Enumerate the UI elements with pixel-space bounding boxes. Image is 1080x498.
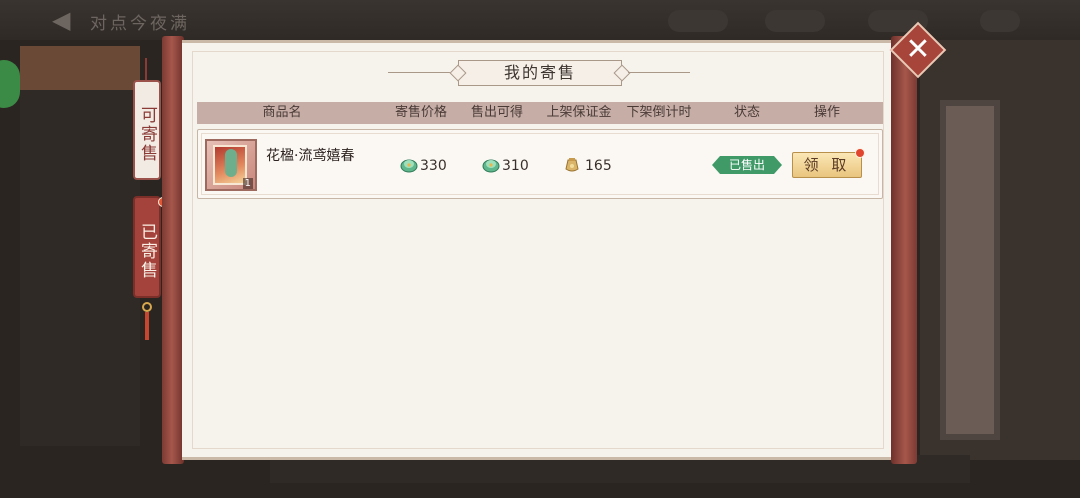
tab-consigned[interactable]: 已寄售 [133,196,161,298]
tassel-tail [145,312,149,340]
chat-icon [980,10,1020,32]
tab-available-to-consign[interactable]: 可寄售 [133,80,161,180]
item-name: 花楹·流鸢嬉春 [266,148,355,164]
sale-proceeds: 310 [502,158,529,174]
column-header-item-name: 商品名 [262,105,302,120]
title-ornament-right [628,72,690,73]
gold-pouch-icon [565,158,579,172]
jade-coin-icon [482,159,500,173]
tassel-knot-icon [142,302,152,312]
resource-slot [765,10,825,32]
consignment-price: 330 [420,158,447,174]
back-arrow-icon: ◀ [52,6,71,34]
chat-bubble-icon [0,60,20,108]
jade-coin-icon [400,159,418,173]
scroll-rod-left [162,36,184,464]
table-header: 商品名 寄售价格 售出可得 上架保证金 下架倒计时 状态 操作 [197,102,883,124]
column-header-price: 寄售价格 [394,105,447,120]
item-quantity: 1 [242,178,253,189]
notification-dot [855,148,865,158]
background-title: 对点今夜满 [90,14,190,34]
scroll-rod-right [891,36,917,464]
claim-button[interactable]: 领 取 [792,152,862,178]
dialog-title: 我的寄售 [458,60,622,86]
resource-slot [668,10,728,32]
title-ornament-left [388,72,450,73]
item-thumbnail[interactable]: 1 [205,139,257,191]
column-header-countdown: 下架倒计时 [626,105,692,120]
column-header-deposit: 上架保证金 [546,105,612,120]
column-header-proceeds: 售出可得 [470,105,523,120]
background-right-panel [920,40,1080,460]
close-icon[interactable]: ✕ [898,30,938,70]
column-header-status: 状态 [733,105,760,120]
tassel-string [145,58,147,80]
background-left-nav [20,46,140,446]
status-badge: 已售出 [712,156,782,174]
column-header-action: 操作 [813,105,840,120]
listing-deposit: 165 [585,158,612,174]
